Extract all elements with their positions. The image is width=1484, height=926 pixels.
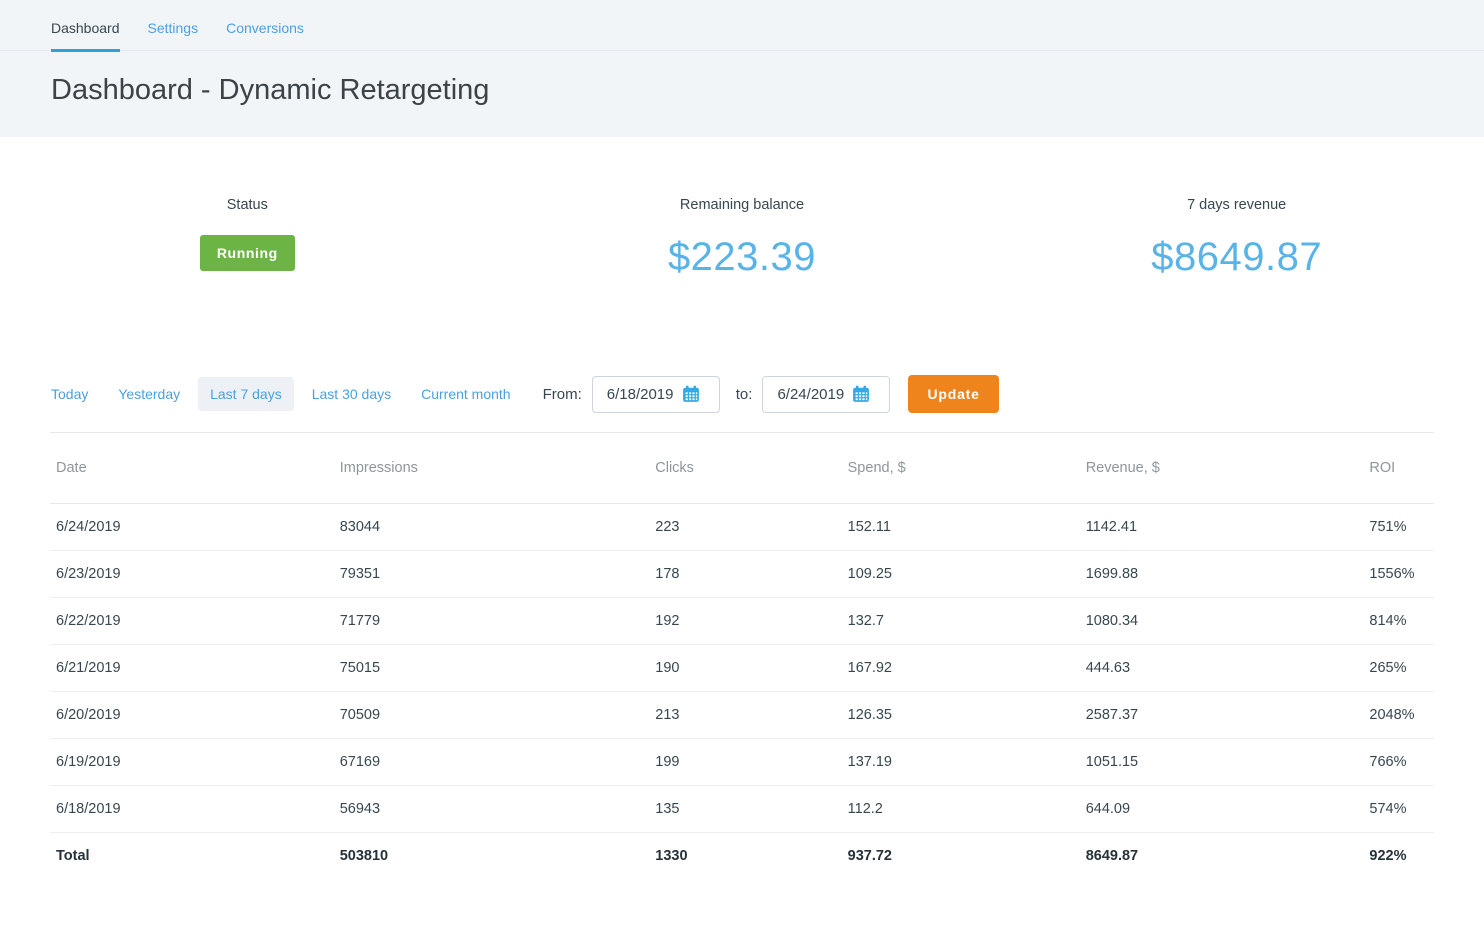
preset-last-7-days[interactable]: Last 7 days xyxy=(198,377,294,411)
tab-settings[interactable]: Settings xyxy=(148,20,199,50)
seven-days-revenue-card: 7 days revenue $8649.87 xyxy=(989,197,1484,280)
table-cell: 167.92 xyxy=(842,645,1080,692)
filter-bar: Today Yesterday Last 7 days Last 30 days… xyxy=(0,375,1484,413)
tab-conversions[interactable]: Conversions xyxy=(226,20,304,50)
to-label: to: xyxy=(736,386,753,403)
table-cell: 71779 xyxy=(334,598,650,645)
table-cell: 265% xyxy=(1363,645,1434,692)
table-cell: Total xyxy=(50,833,334,880)
page-header: Dashboard Settings Conversions Dashboard… xyxy=(0,0,1484,137)
column-header: Revenue, $ xyxy=(1080,433,1364,504)
calendar-icon[interactable] xyxy=(681,384,701,404)
table-cell: 199 xyxy=(649,739,841,786)
from-date-input[interactable] xyxy=(593,377,681,412)
from-label: From: xyxy=(543,386,582,403)
column-header: Impressions xyxy=(334,433,650,504)
table-cell: 8649.87 xyxy=(1080,833,1364,880)
table-row: 6/23/201979351178109.251699.881556% xyxy=(50,551,1434,598)
table-cell: 503810 xyxy=(334,833,650,880)
table-row: 6/20/201970509213126.352587.372048% xyxy=(50,692,1434,739)
page-title: Dashboard - Dynamic Retargeting xyxy=(0,51,1484,137)
table-row: 6/24/201983044223152.111142.41751% xyxy=(50,504,1434,551)
table-cell: 112.2 xyxy=(842,786,1080,833)
calendar-icon[interactable] xyxy=(851,384,871,404)
table-cell: 574% xyxy=(1363,786,1434,833)
remaining-balance-card: Remaining balance $223.39 xyxy=(495,197,990,280)
table-cell: 6/23/2019 xyxy=(50,551,334,598)
table-cell: 213 xyxy=(649,692,841,739)
seven-days-revenue-value: $8649.87 xyxy=(989,235,1484,280)
table-row: 6/21/201975015190167.92444.63265% xyxy=(50,645,1434,692)
table-cell: 79351 xyxy=(334,551,650,598)
table-cell: 75015 xyxy=(334,645,650,692)
table-cell: 192 xyxy=(649,598,841,645)
column-header: Clicks xyxy=(649,433,841,504)
table-cell: 814% xyxy=(1363,598,1434,645)
preset-yesterday[interactable]: Yesterday xyxy=(106,377,192,411)
to-date-input[interactable] xyxy=(763,377,851,412)
stats-table: DateImpressionsClicksSpend, $Revenue, $R… xyxy=(50,432,1434,880)
preset-today[interactable]: Today xyxy=(50,377,100,411)
column-header: ROI xyxy=(1363,433,1434,504)
table-cell: 6/18/2019 xyxy=(50,786,334,833)
table-cell: 6/20/2019 xyxy=(50,692,334,739)
table-cell: 152.11 xyxy=(842,504,1080,551)
table-cell: 137.19 xyxy=(842,739,1080,786)
tab-bar: Dashboard Settings Conversions xyxy=(0,0,1484,51)
stats-row: Status Running Remaining balance $223.39… xyxy=(0,197,1484,280)
table-cell: 6/24/2019 xyxy=(50,504,334,551)
table-cell: 937.72 xyxy=(842,833,1080,880)
table-cell: 56943 xyxy=(334,786,650,833)
table-cell: 1330 xyxy=(649,833,841,880)
update-button[interactable]: Update xyxy=(908,375,998,413)
table-cell: 6/22/2019 xyxy=(50,598,334,645)
table-row: 6/22/201971779192132.71080.34814% xyxy=(50,598,1434,645)
table-cell: 2587.37 xyxy=(1080,692,1364,739)
remaining-balance-label: Remaining balance xyxy=(495,197,990,213)
remaining-balance-value: $223.39 xyxy=(495,235,990,280)
table-cell: 178 xyxy=(649,551,841,598)
status-label: Status xyxy=(0,197,495,213)
table-row: 6/19/201967169199137.191051.15766% xyxy=(50,739,1434,786)
status-card: Status Running xyxy=(0,197,495,280)
seven-days-revenue-label: 7 days revenue xyxy=(989,197,1484,213)
table-cell: 70509 xyxy=(334,692,650,739)
table-cell: 1142.41 xyxy=(1080,504,1364,551)
table-cell: 1080.34 xyxy=(1080,598,1364,645)
status-badge: Running xyxy=(200,235,295,271)
table-cell: 1051.15 xyxy=(1080,739,1364,786)
table-cell: 1699.88 xyxy=(1080,551,1364,598)
table-cell: 6/19/2019 xyxy=(50,739,334,786)
table-cell: 83044 xyxy=(334,504,650,551)
table-cell: 751% xyxy=(1363,504,1434,551)
table-header-row: DateImpressionsClicksSpend, $Revenue, $R… xyxy=(50,433,1434,504)
stats-table-wrap: DateImpressionsClicksSpend, $Revenue, $R… xyxy=(50,432,1434,880)
column-header: Spend, $ xyxy=(842,433,1080,504)
table-cell: 135 xyxy=(649,786,841,833)
table-row: 6/18/201956943135112.2644.09574% xyxy=(50,786,1434,833)
table-cell: 1556% xyxy=(1363,551,1434,598)
to-date-field xyxy=(762,376,890,413)
table-cell: 766% xyxy=(1363,739,1434,786)
table-cell: 444.63 xyxy=(1080,645,1364,692)
table-cell: 922% xyxy=(1363,833,1434,880)
table-cell: 132.7 xyxy=(842,598,1080,645)
table-cell: 644.09 xyxy=(1080,786,1364,833)
table-cell: 126.35 xyxy=(842,692,1080,739)
table-cell: 6/21/2019 xyxy=(50,645,334,692)
table-cell: 190 xyxy=(649,645,841,692)
table-cell: 109.25 xyxy=(842,551,1080,598)
tab-dashboard[interactable]: Dashboard xyxy=(51,20,120,52)
column-header: Date xyxy=(50,433,334,504)
table-cell: 2048% xyxy=(1363,692,1434,739)
from-date-field xyxy=(592,376,720,413)
table-cell: 223 xyxy=(649,504,841,551)
preset-current-month[interactable]: Current month xyxy=(409,377,522,411)
preset-last-30-days[interactable]: Last 30 days xyxy=(300,377,403,411)
table-cell: 67169 xyxy=(334,739,650,786)
table-total-row: Total5038101330937.728649.87922% xyxy=(50,833,1434,880)
